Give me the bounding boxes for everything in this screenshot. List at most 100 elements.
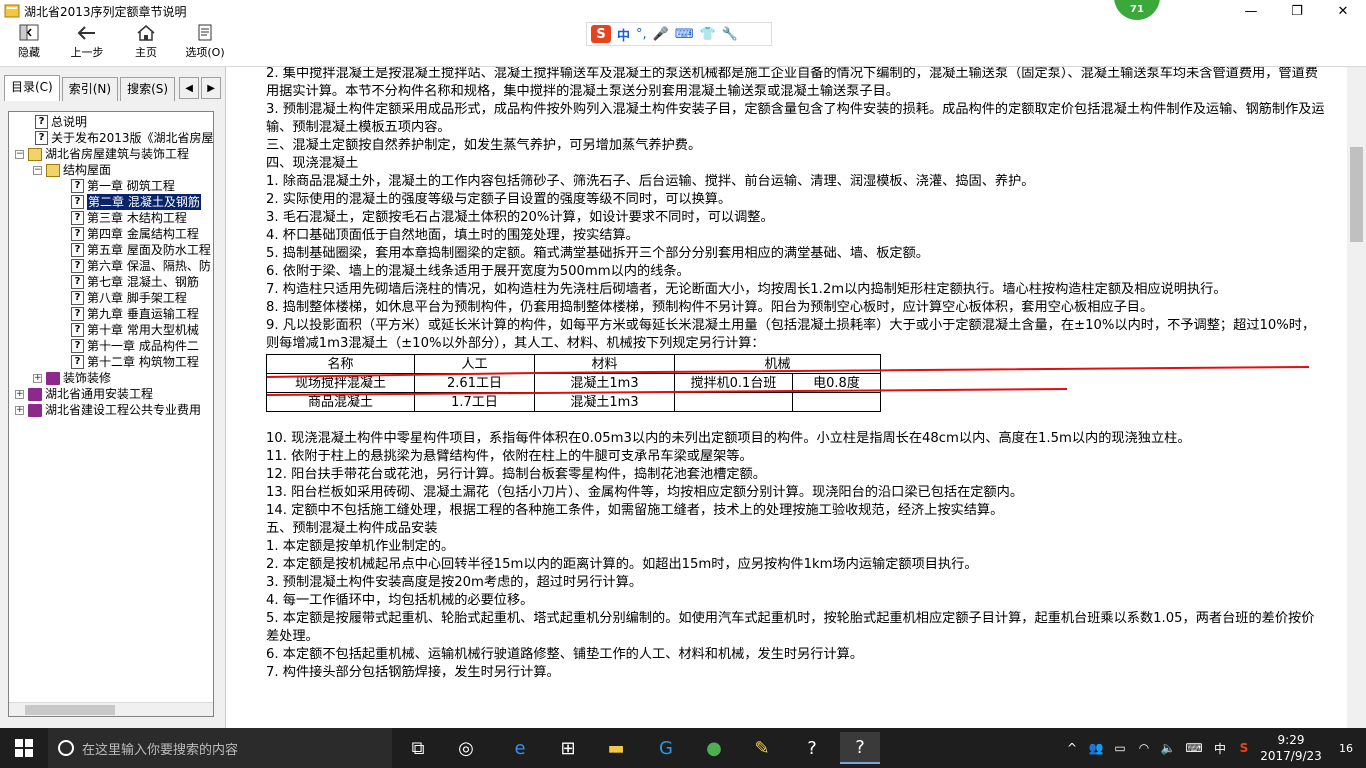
tree-item-chapter-11[interactable]: ? 第十一章 成品构件二 xyxy=(71,338,199,354)
app-green-icon[interactable]: ● xyxy=(694,732,734,764)
store-icon[interactable]: ⊞ xyxy=(548,732,588,764)
navigation-pane: 目录(C) 索引(N) 搜索(S) ◀ ▶ ? 总说明 ? 关于发布2013版《湖北… xyxy=(0,67,226,728)
collapse-icon[interactable]: − xyxy=(15,149,24,159)
expand-icon[interactable]: + xyxy=(15,405,24,415)
tree-item-chapter-2[interactable]: ? 第二章 混凝土及钢筋 xyxy=(71,194,201,210)
tray-overflow-icon[interactable]: ^ xyxy=(1060,741,1084,755)
help-page-icon: ? xyxy=(71,195,84,209)
content-vertical-scrollbar[interactable] xyxy=(1347,67,1366,728)
input-language[interactable]: 中 xyxy=(1208,740,1232,757)
microphone-icon[interactable]: 🎤 xyxy=(653,27,669,42)
skin-icon[interactable]: 👕 xyxy=(700,27,716,42)
tree-item-installation[interactable]: + 湖北省通用安装工程 xyxy=(15,386,153,402)
app-icon-360[interactable]: ◎ xyxy=(446,732,486,764)
help-page-icon: ? xyxy=(71,259,84,273)
window-title: 湖北省2013序列定额章节说明 xyxy=(24,4,187,19)
maximize-button[interactable]: ❐ xyxy=(1274,0,1320,22)
home-icon xyxy=(121,24,171,44)
title-bar: 湖北省2013序列定额章节说明 71 — ❐ ✕ xyxy=(0,0,1366,22)
start-button[interactable] xyxy=(0,728,48,768)
help-page-icon: ? xyxy=(71,179,84,193)
help-viewer-active-icon[interactable]: ? xyxy=(840,732,880,764)
tree-item-chapter-6[interactable]: ? 第六章 保温、隔热、防 xyxy=(71,258,211,274)
action-center-badge[interactable]: 16 xyxy=(1326,742,1366,755)
wifi-icon[interactable]: ◠ xyxy=(1132,741,1156,755)
help-page-icon: ? xyxy=(71,211,84,225)
options-button[interactable]: 选项(O) xyxy=(180,24,230,64)
help-window: 湖北省2013序列定额章节说明 71 — ❐ ✕ 隐藏 上一步 主页 选项(O)… xyxy=(0,0,1366,728)
tree-item-chapter-10[interactable]: ? 第十章 常用大型机械 xyxy=(71,322,199,338)
system-tray: ^ 👥 ▭ ◠ 🔈 ⌨ 中 S 9:29 2017/9/23 16 xyxy=(1060,728,1366,768)
browser-g-icon[interactable]: G xyxy=(646,732,686,764)
tree-item-general[interactable]: ? 总说明 xyxy=(35,114,87,130)
tab-contents[interactable]: 目录(C) xyxy=(4,75,60,101)
help-page-icon: ? xyxy=(71,323,84,337)
help-viewer-icon[interactable]: ? xyxy=(792,732,832,764)
ime-mode-label[interactable]: 中 xyxy=(617,25,630,44)
edge-browser-icon[interactable]: e xyxy=(500,732,540,764)
back-button[interactable]: 上一步 xyxy=(62,24,112,64)
tab-scroll-left-icon[interactable]: ◀ xyxy=(179,77,200,99)
tab-scroll-right-icon[interactable]: ▶ xyxy=(201,77,222,99)
book-icon xyxy=(28,387,42,401)
red-ink-annotation xyxy=(266,366,1310,396)
book-icon xyxy=(28,403,42,417)
sogou-tray-icon[interactable]: S xyxy=(1232,741,1256,755)
open-book-icon xyxy=(28,147,42,161)
tree-item-chapter-1[interactable]: ? 第一章 砌筑工程 xyxy=(71,178,175,194)
contents-tree[interactable]: ? 总说明 ? 关于发布2013版《湖北省房屋 − 湖北省房屋建筑与装饰工程 − 结构屋… xyxy=(8,111,214,717)
book-icon xyxy=(46,371,60,385)
wrench-icon[interactable]: 🔧 xyxy=(722,27,738,42)
ime-toolbar[interactable]: S 中 °, 🎤 ⌨ 👕 🔧 xyxy=(586,22,772,46)
tree-item-structure[interactable]: − 结构屋面 xyxy=(33,162,111,178)
taskbar-search-box[interactable]: 在这里输入你要搜索的内容 xyxy=(48,728,392,768)
punctuation-icon[interactable]: °, xyxy=(636,27,647,42)
people-icon[interactable]: 👥 xyxy=(1084,741,1108,755)
windows-logo-icon xyxy=(15,739,33,757)
search-placeholder: 在这里输入你要搜索的内容 xyxy=(82,742,239,758)
help-page-icon: ? xyxy=(71,243,84,257)
tree-item-chapter-7[interactable]: ? 第七章 混凝土、钢筋 xyxy=(71,274,199,290)
clock[interactable]: 9:29 2017/9/23 xyxy=(1256,732,1326,764)
expand-icon[interactable]: + xyxy=(15,389,24,399)
home-button[interactable]: 主页 xyxy=(121,24,171,64)
minimize-button[interactable]: — xyxy=(1228,0,1274,22)
tree-item-chapter-5[interactable]: ? 第五章 屋面及防水工程 xyxy=(71,242,211,258)
notes-app-icon[interactable]: ✎ xyxy=(742,732,782,764)
tree-item-chapter-8[interactable]: ? 第八章 脚手架工程 xyxy=(71,290,187,306)
cortana-icon xyxy=(58,740,74,756)
file-explorer-icon[interactable]: ▬ xyxy=(596,732,636,764)
keyboard-icon[interactable]: ⌨ xyxy=(675,27,694,42)
nav-tabs: 目录(C) 索引(N) 搜索(S) ◀ ▶ xyxy=(4,75,222,101)
scroll-thumb[interactable] xyxy=(1350,147,1363,242)
sogou-logo-icon: S xyxy=(591,25,611,43)
open-book-icon xyxy=(46,163,60,177)
tree-item-notice[interactable]: ? 关于发布2013版《湖北省房屋 xyxy=(35,130,213,146)
tree-item-chapter-12[interactable]: ? 第十二章 构筑物工程 xyxy=(71,354,199,370)
expand-icon[interactable]: + xyxy=(33,373,42,383)
tree-item-decoration[interactable]: + 装饰装修 xyxy=(33,370,111,386)
keyboard-icon[interactable]: ⌨ xyxy=(1180,741,1208,755)
back-arrow-icon xyxy=(62,24,112,44)
tree-item-public-fees[interactable]: + 湖北省建设工程公共专业费用 xyxy=(15,402,201,418)
help-page-icon: ? xyxy=(71,227,84,241)
tab-search[interactable]: 搜索(S) xyxy=(120,77,176,101)
tree-item-chapter-9[interactable]: ? 第九章 垂直运输工程 xyxy=(71,306,199,322)
score-badge[interactable]: 71 xyxy=(1114,0,1160,20)
volume-icon[interactable]: 🔈 xyxy=(1156,741,1180,755)
help-page-icon: ? xyxy=(71,355,84,369)
tree-horizontal-scrollbar[interactable] xyxy=(9,702,213,716)
hide-button[interactable]: 隐藏 xyxy=(4,24,54,64)
collapse-icon[interactable]: − xyxy=(33,165,42,175)
task-view-icon[interactable]: ⧉ xyxy=(398,732,438,764)
tab-index[interactable]: 索引(N) xyxy=(61,77,119,101)
tree-item-chapter-3[interactable]: ? 第三章 木结构工程 xyxy=(71,210,187,226)
clock-date: 2017/9/23 xyxy=(1260,749,1322,763)
clock-time: 9:29 xyxy=(1277,733,1305,747)
hide-icon xyxy=(4,24,54,44)
tree-item-chapter-4[interactable]: ? 第四章 金属结构工程 xyxy=(71,226,199,242)
scroll-thumb[interactable] xyxy=(25,705,115,715)
tree-item-building[interactable]: − 湖北省房屋建筑与装饰工程 xyxy=(15,146,189,162)
battery-icon[interactable]: ▭ xyxy=(1108,741,1132,755)
close-button[interactable]: ✕ xyxy=(1320,0,1366,22)
